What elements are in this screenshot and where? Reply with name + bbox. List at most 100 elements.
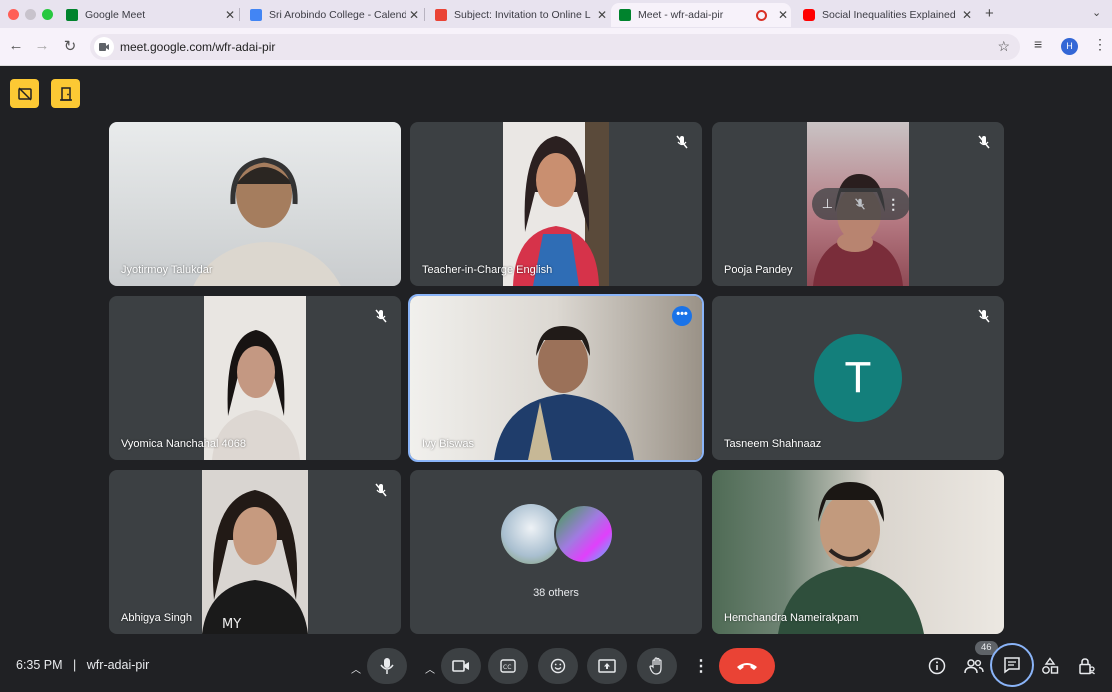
camera-icon bbox=[452, 660, 469, 672]
new-tab-button[interactable]: + bbox=[985, 5, 994, 22]
participant-tile-active-speaker[interactable]: ••• Ivy Biswas bbox=[408, 294, 704, 462]
muted-mic-icon bbox=[375, 483, 387, 497]
more-options-icon[interactable]: ⋮ bbox=[886, 196, 900, 213]
participant-video bbox=[712, 470, 1004, 634]
door-badge[interactable] bbox=[51, 79, 80, 108]
meeting-details-button[interactable] bbox=[925, 654, 949, 678]
svg-text:CC: CC bbox=[503, 664, 511, 671]
participant-tile[interactable]: ⊥ ⋮ Pooja Pandey bbox=[712, 122, 1004, 286]
tab-title: Meet - wfr-adai-pir bbox=[638, 9, 724, 21]
bookmark-star-icon[interactable]: ☆ bbox=[997, 38, 1010, 55]
close-window-button[interactable] bbox=[8, 9, 19, 20]
participant-tile[interactable]: T Tasneem Shahnaaz bbox=[712, 296, 1004, 460]
tab-search-chevron-icon[interactable]: ⌄ bbox=[1092, 6, 1101, 19]
tab-title: Subject: Invitation to Online L bbox=[454, 9, 591, 21]
participant-video: MY bbox=[202, 470, 308, 634]
reload-icon[interactable]: ↻ bbox=[60, 37, 80, 55]
participant-video bbox=[503, 122, 609, 286]
muted-mic-icon bbox=[375, 309, 387, 323]
video-options-chevron-icon[interactable]: ︿ bbox=[425, 661, 435, 676]
tab-title: Sri Arobindo College - Calend bbox=[269, 9, 406, 21]
recording-icon bbox=[756, 9, 767, 21]
browser-tab-strip: Google Meet ✕ Sri Arobindo College - Cal… bbox=[0, 0, 1112, 28]
emoji-icon bbox=[550, 658, 566, 674]
menu-kebab-icon[interactable]: ⋮ bbox=[1093, 36, 1107, 53]
participant-name: Pooja Pandey bbox=[724, 264, 793, 276]
host-controls-button[interactable] bbox=[1075, 654, 1099, 678]
door-icon bbox=[59, 86, 72, 101]
people-button[interactable] bbox=[962, 654, 986, 678]
microphone-icon bbox=[380, 658, 394, 674]
other-participant-avatar bbox=[554, 504, 614, 564]
participant-video bbox=[204, 296, 306, 460]
captions-icon: CC bbox=[500, 659, 516, 673]
browser-tab[interactable]: Social Inequalities Explained | ✕ bbox=[795, 3, 975, 27]
browser-tab[interactable]: Google Meet ✕ bbox=[58, 3, 238, 27]
participant-tile[interactable]: MY Abhigya Singh bbox=[109, 470, 401, 634]
chat-icon bbox=[1004, 657, 1020, 674]
browser-toolbar: ← → ↻ meet.google.com/wfr-adai-pir ☆ ≡ H… bbox=[0, 28, 1112, 66]
gmail-favicon-icon bbox=[435, 9, 447, 21]
back-arrow-icon[interactable]: ← bbox=[6, 37, 26, 54]
close-tab-icon[interactable]: ✕ bbox=[222, 8, 238, 22]
participant-name: Teacher-in-Charge English bbox=[422, 264, 553, 276]
hand-icon bbox=[649, 657, 662, 675]
close-tab-icon[interactable]: ✕ bbox=[406, 8, 422, 22]
hang-up-icon bbox=[737, 663, 757, 670]
people-icon bbox=[964, 659, 984, 674]
browser-tab-active[interactable]: Meet - wfr-adai-pir ✕ bbox=[611, 3, 791, 27]
no-captions-icon bbox=[17, 86, 32, 101]
svg-text:MY: MY bbox=[222, 617, 241, 632]
chat-button[interactable] bbox=[990, 643, 1034, 687]
participant-video bbox=[410, 296, 702, 460]
present-screen-icon bbox=[598, 659, 616, 673]
others-tile[interactable]: 38 others bbox=[410, 470, 702, 634]
info-icon bbox=[928, 657, 946, 675]
shapes-icon bbox=[1042, 657, 1059, 674]
muted-mic-icon bbox=[978, 309, 990, 323]
pin-icon[interactable]: ⊥ bbox=[822, 196, 833, 212]
captions-button[interactable]: CC bbox=[488, 648, 528, 684]
close-tab-icon[interactable]: ✕ bbox=[959, 8, 975, 22]
minimize-window-button[interactable] bbox=[25, 9, 36, 20]
reactions-button[interactable] bbox=[538, 648, 578, 684]
muted-mic-icon bbox=[978, 135, 990, 149]
participant-tile[interactable]: Jyotirmoy Talukdar bbox=[109, 122, 401, 286]
microphone-button[interactable] bbox=[367, 648, 407, 684]
browser-tab[interactable]: Sri Arobindo College - Calend ✕ bbox=[242, 3, 422, 27]
audio-options-chevron-icon[interactable]: ︿ bbox=[351, 661, 361, 676]
participant-tile[interactable]: Vyomica Nanchahal 4068 bbox=[109, 296, 401, 460]
participant-tile[interactable]: Hemchandra Nameirakpam bbox=[712, 470, 1004, 634]
leave-call-button[interactable] bbox=[719, 648, 775, 684]
browser-tab[interactable]: Subject: Invitation to Online L ✕ bbox=[427, 3, 610, 27]
raise-hand-button[interactable] bbox=[637, 648, 677, 684]
profile-avatar[interactable]: H bbox=[1061, 38, 1078, 55]
muted-mic-icon[interactable] bbox=[853, 197, 867, 211]
captions-off-badge[interactable] bbox=[10, 79, 39, 108]
camera-button[interactable] bbox=[441, 648, 481, 684]
calendar-favicon-icon bbox=[250, 9, 262, 21]
activities-button[interactable] bbox=[1038, 654, 1062, 678]
tab-title: Google Meet bbox=[85, 9, 146, 21]
muted-mic-icon bbox=[676, 135, 688, 149]
forward-arrow-icon[interactable]: → bbox=[32, 37, 52, 54]
participant-tile[interactable]: Teacher-in-Charge English bbox=[410, 122, 702, 286]
media-controls-icon[interactable]: ≡ bbox=[1034, 36, 1042, 52]
url-text: meet.google.com/wfr-adai-pir bbox=[120, 40, 276, 54]
participant-name: Jyotirmoy Talukdar bbox=[121, 264, 213, 276]
site-info-icon[interactable] bbox=[94, 37, 114, 57]
more-options-icon[interactable]: ⋮ bbox=[693, 656, 709, 676]
present-screen-button[interactable] bbox=[587, 648, 627, 684]
participant-name: Vyomica Nanchahal 4068 bbox=[121, 438, 246, 450]
close-tab-icon[interactable]: ✕ bbox=[775, 8, 791, 22]
address-bar[interactable]: meet.google.com/wfr-adai-pir ☆ bbox=[90, 34, 1020, 60]
more-options-button[interactable]: ••• bbox=[672, 306, 692, 326]
participant-name: Ivy Biswas bbox=[422, 438, 474, 450]
tile-hover-controls: ⊥ ⋮ bbox=[812, 188, 910, 220]
meeting-info-divider: | bbox=[73, 658, 77, 672]
zoom-window-button[interactable] bbox=[42, 9, 53, 20]
youtube-favicon-icon bbox=[803, 9, 815, 21]
close-tab-icon[interactable]: ✕ bbox=[594, 8, 610, 22]
participant-name: Tasneem Shahnaaz bbox=[724, 438, 822, 450]
meeting-code: wfr-adai-pir bbox=[86, 658, 150, 672]
